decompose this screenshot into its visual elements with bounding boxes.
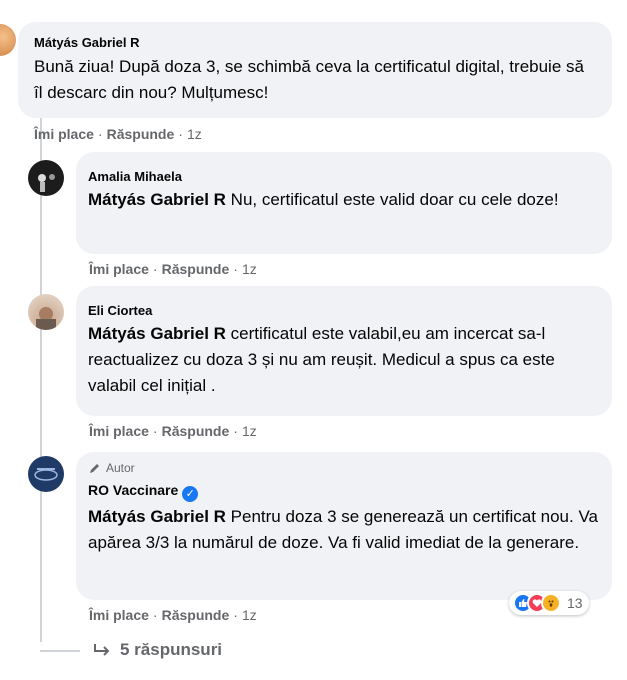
- comment-text: Mátyás Gabriel R Pentru doza 3 se genere…: [88, 504, 600, 556]
- avatar-logo: [34, 468, 58, 481]
- reply-button[interactable]: Răspunde: [107, 126, 175, 142]
- verified-icon: ✓: [182, 486, 199, 502]
- avatar[interactable]: [28, 294, 64, 330]
- timestamp[interactable]: 1z: [187, 126, 202, 142]
- comment-author[interactable]: Eli Ciortea: [88, 302, 600, 319]
- comment-bubble: Eli Ciortea Mátyás Gabriel R certificatu…: [76, 286, 612, 416]
- view-more-replies[interactable]: 5 răspunsuri: [92, 640, 222, 660]
- avatar[interactable]: [28, 160, 64, 196]
- author-tag-label: Autor: [106, 461, 135, 475]
- mention-link[interactable]: Mátyás Gabriel R: [88, 190, 226, 209]
- comment-bubble: Autor RO Vaccinare ✓ Mátyás Gabriel R Pen…: [76, 452, 612, 600]
- author-name[interactable]: RO Vaccinare: [88, 482, 178, 498]
- mention-link[interactable]: Mátyás Gabriel R: [88, 507, 226, 526]
- avatar-photo: [38, 174, 55, 192]
- comment-actions: Îmi place · Răspunde · 1z: [89, 607, 257, 623]
- mention-link[interactable]: Mátyás Gabriel R: [88, 324, 226, 343]
- comment-actions: Îmi place · Răspunde · 1z: [34, 126, 202, 142]
- comment-text: Mátyás Gabriel R certificatul este valab…: [88, 321, 600, 399]
- like-button[interactable]: Îmi place: [89, 261, 149, 277]
- timestamp[interactable]: 1z: [242, 607, 257, 623]
- thread-branch: [40, 650, 80, 652]
- comment-body: Nu, certificatul este valid doar cu cele…: [225, 190, 559, 209]
- reaction-count: 13: [567, 595, 583, 611]
- like-button[interactable]: Îmi place: [89, 607, 149, 623]
- comment-text: Bună ziua! După doza 3, se schimbă ceva …: [34, 57, 584, 102]
- avatar-photo: [36, 307, 56, 330]
- comment-actions: Îmi place · Răspunde · 1z: [89, 423, 257, 439]
- comment-bubble: Mátyás Gabriel R Bună ziua! După doza 3,…: [18, 22, 612, 118]
- comment-author: RO Vaccinare ✓: [88, 482, 600, 502]
- comment-author[interactable]: Amalia Mihaela: [88, 168, 600, 185]
- reply-button[interactable]: Răspunde: [162, 423, 230, 439]
- comment-bubble: Amalia Mihaela Mátyás Gabriel R Nu, cert…: [76, 152, 612, 254]
- comment-text: Mátyás Gabriel R Nu, certificatul este v…: [88, 187, 600, 213]
- timestamp[interactable]: 1z: [242, 261, 257, 277]
- comment-author[interactable]: Mátyás Gabriel R: [34, 34, 596, 51]
- reply-button[interactable]: Răspunde: [162, 607, 230, 623]
- reactions-summary[interactable]: 13: [509, 591, 589, 615]
- more-replies-label: 5 răspunsuri: [120, 640, 223, 659]
- reply-button[interactable]: Răspunde: [162, 261, 230, 277]
- author-badge: Autor: [88, 460, 600, 476]
- wow-icon: [541, 593, 561, 613]
- timestamp[interactable]: 1z: [242, 423, 257, 439]
- avatar[interactable]: [28, 456, 64, 492]
- like-button[interactable]: Îmi place: [34, 126, 94, 142]
- like-button[interactable]: Îmi place: [89, 423, 149, 439]
- thread-line: [40, 62, 42, 642]
- pencil-icon: [90, 464, 99, 473]
- comment-actions: Îmi place · Răspunde · 1z: [89, 261, 257, 277]
- avatar[interactable]: [0, 24, 16, 56]
- reply-arrow-icon: [94, 644, 110, 656]
